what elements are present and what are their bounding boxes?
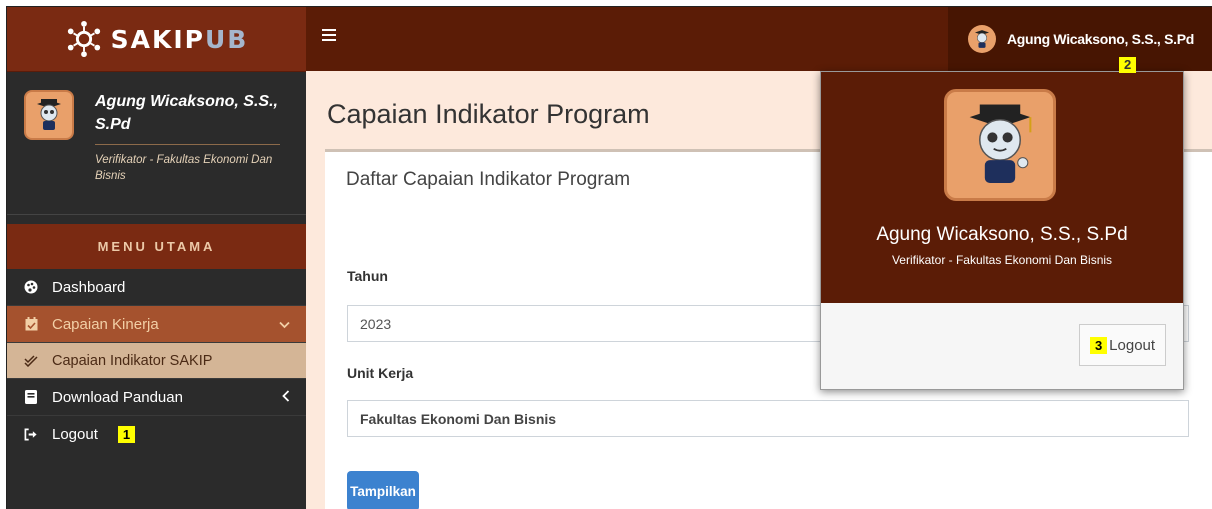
sidebar: SAKIPUB Agung Wicaksono, S.S., S.Pd Veri…	[7, 7, 306, 509]
sidebar-item-label: Dashboard	[52, 278, 126, 296]
robot-avatar-icon	[974, 30, 990, 48]
sidebar-item-label: Logout	[52, 426, 98, 443]
robot-avatar-icon	[37, 99, 61, 130]
sidebar-item-capaian-indikator-sakip[interactable]: Capaian Indikator SAKIP	[7, 343, 306, 379]
palette-icon	[24, 280, 38, 294]
network-logo-icon	[67, 20, 100, 58]
top-navbar: Agung Wicaksono, S.S., S.Pd	[306, 7, 1212, 71]
sidebar-item-dashboard[interactable]: Dashboard	[7, 269, 306, 306]
user-dropdown-footer: 3 Logout	[821, 303, 1183, 389]
chevron-left-icon	[282, 389, 290, 405]
year-label: Tahun	[347, 268, 388, 284]
logout-button[interactable]: 3 Logout	[1079, 324, 1166, 366]
user-menu-toggle[interactable]: Agung Wicaksono, S.S., S.Pd	[948, 7, 1212, 71]
annotation-marker-3: 3	[1089, 336, 1108, 354]
user-panel: Agung Wicaksono, S.S., S.Pd Verifikator …	[7, 72, 306, 215]
sidebar-item-download-panduan[interactable]: Download Panduan	[7, 379, 306, 416]
dropdown-user-role: Verifikator - Fakultas Ekonomi Dan Bisni…	[891, 253, 1113, 267]
brand-name: SAKIPUB	[110, 24, 249, 54]
annotation-marker-1: 1	[117, 426, 136, 443]
divider	[95, 144, 280, 145]
show-button[interactable]: Tampilkan	[347, 471, 419, 509]
app-window: SAKIPUB Agung Wicaksono, S.S., S.Pd Veri…	[6, 6, 1212, 509]
dropdown-user-name: Agung Wicaksono, S.S., S.Pd	[876, 224, 1128, 245]
sidebar-item-label: Capaian Indikator SAKIP	[52, 352, 213, 369]
chevron-down-icon	[279, 317, 290, 332]
avatar	[944, 89, 1056, 201]
unit-select[interactable]: Fakultas Ekonomi Dan Bisnis	[347, 400, 1189, 437]
sidebar-item-logout[interactable]: Logout 1	[7, 416, 306, 453]
robot-avatar-icon	[969, 104, 1032, 183]
hamburger-menu-icon[interactable]	[322, 29, 336, 44]
page-title: Capaian Indikator Program	[327, 99, 650, 129]
avatar	[24, 90, 74, 140]
sidebar-item-label: Capaian Kinerja	[52, 315, 159, 333]
calendar-check-icon	[24, 317, 38, 331]
sidebar-item-capaian-kinerja[interactable]: Capaian Kinerja	[7, 306, 306, 343]
double-check-icon	[24, 354, 38, 368]
annotation-marker-2: 2	[1119, 57, 1137, 73]
avatar	[968, 25, 996, 53]
card-title: Daftar Capaian Indikator Program	[346, 169, 631, 190]
user-dropdown-header: Agung Wicaksono, S.S., S.Pd Verifikator …	[821, 72, 1183, 303]
sign-out-icon	[24, 428, 38, 442]
brand-logo-area[interactable]: SAKIPUB	[7, 7, 306, 72]
logout-label: Logout	[1109, 336, 1156, 354]
user-dropdown: Agung Wicaksono, S.S., S.Pd Verifikator …	[820, 71, 1184, 390]
book-icon	[24, 390, 38, 404]
sidebar-item-label: Download Panduan	[52, 388, 183, 406]
top-user-name: Agung Wicaksono, S.S., S.Pd	[1007, 31, 1195, 47]
unit-label: Unit Kerja	[347, 365, 414, 381]
menu-header: MENU UTAMA	[7, 224, 306, 269]
sidebar-user-role: Verifikator - Fakultas Ekonomi Dan Bisni…	[95, 154, 273, 182]
sidebar-user-name: Agung Wicaksono, S.S., S.Pd	[95, 93, 278, 133]
